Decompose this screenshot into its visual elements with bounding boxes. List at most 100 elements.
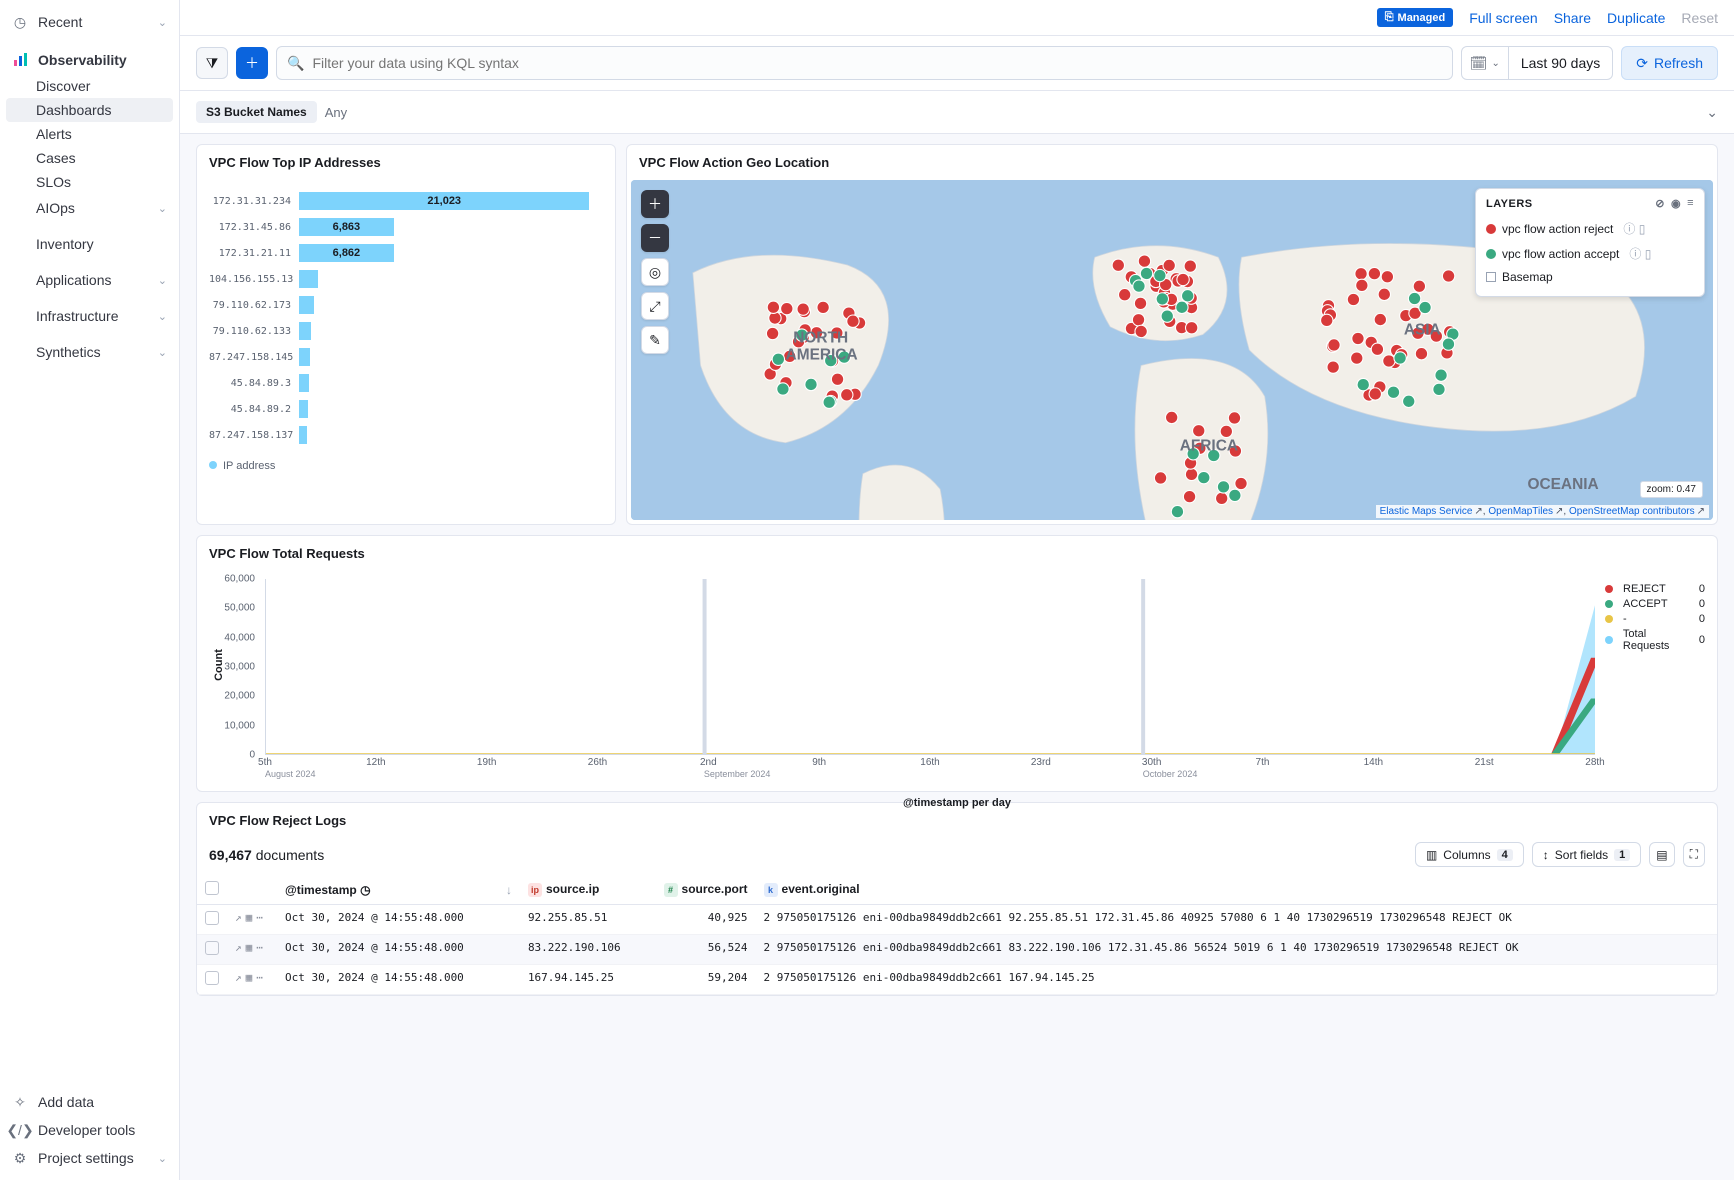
sidebar-item-alerts[interactable]: Alerts bbox=[0, 122, 179, 146]
panel-geo: VPC Flow Action Geo Location bbox=[626, 144, 1718, 525]
fullscreen-link[interactable]: Full screen bbox=[1469, 10, 1537, 26]
expand-icon[interactable]: ↗ bbox=[235, 971, 242, 984]
sidebar-item-aiops[interactable]: AIOps⌄ bbox=[0, 194, 179, 222]
zoom-out-button[interactable]: － bbox=[641, 224, 669, 252]
bar-chart: 172.31.31.23421,023172.31.45.866,863172.… bbox=[197, 180, 615, 524]
bar-row: 104.156.155.13 bbox=[209, 266, 603, 292]
cell-source-ip: 92.255.85.51 bbox=[520, 905, 656, 935]
more-icon[interactable]: ⋯ bbox=[256, 941, 263, 954]
expand-icon: ⛶ bbox=[1690, 847, 1698, 862]
expand-icon[interactable]: ↗ bbox=[235, 911, 242, 924]
query-input[interactable] bbox=[312, 55, 1441, 71]
sidebar-recent[interactable]: ◷ Recent ⌄ bbox=[0, 8, 179, 36]
col-source-ip[interactable]: ipsource.ip bbox=[520, 875, 656, 905]
more-icon[interactable]: ⋯ bbox=[256, 971, 263, 984]
bar-row: 45.84.89.2 bbox=[209, 396, 603, 422]
bar-row: 172.31.31.23421,023 bbox=[209, 188, 603, 214]
attrib-elastic[interactable]: Elastic Maps Service bbox=[1380, 506, 1473, 517]
reset-link[interactable]: Reset bbox=[1681, 10, 1718, 26]
sidebar-item-dashboards[interactable]: Dashboards bbox=[6, 98, 173, 122]
columns-button[interactable]: ▥Columns4 bbox=[1415, 842, 1524, 867]
map-controls: ＋ － ◎ ⤢ ✎ bbox=[641, 190, 669, 354]
sidebar-section-observability[interactable]: Observability bbox=[0, 46, 179, 74]
row-checkbox[interactable] bbox=[205, 911, 219, 925]
svg-text:ASIA: ASIA bbox=[1404, 322, 1441, 339]
table-row[interactable]: ↗▦⋯Oct 30, 2024 @ 14:55:48.00092.255.85.… bbox=[197, 905, 1717, 935]
number-icon: # bbox=[664, 883, 678, 897]
sidebar-item-synthetics[interactable]: Synthetics⌄ bbox=[0, 338, 179, 366]
density-button[interactable]: ▤ bbox=[1649, 842, 1674, 867]
dot-icon bbox=[1486, 224, 1496, 234]
layers-panel: LAYERS ⊘ ◉ ≡ vpc flow action rejectⓘ ▯ vpc… bbox=[1475, 188, 1705, 297]
share-link[interactable]: Share bbox=[1554, 10, 1591, 26]
link-icon: ⎘ bbox=[1385, 11, 1394, 24]
layers-header: LAYERS bbox=[1486, 198, 1533, 210]
col-event-original[interactable]: kevent.original bbox=[756, 875, 1717, 905]
columns-icon: ▥ bbox=[1426, 848, 1437, 862]
tools-button[interactable]: ✎ bbox=[641, 326, 669, 354]
col-source-port[interactable]: #source.port bbox=[656, 875, 756, 905]
query-input-wrap[interactable]: 🔍 bbox=[276, 46, 1453, 80]
panel-reject-logs: VPC Flow Reject Logs 69,467 documents ▥C… bbox=[196, 802, 1718, 996]
bar-label: 172.31.45.86 bbox=[209, 222, 299, 233]
time-picker[interactable]: 🗓⌄ Last 90 days bbox=[1461, 46, 1614, 80]
cell-timestamp: Oct 30, 2024 @ 14:55:48.000 bbox=[277, 935, 520, 965]
geo-map[interactable]: NORTH AMERICA SOUTH AMERICA AFRICA ASIA … bbox=[631, 180, 1713, 520]
sidebar-project-settings[interactable]: ⚙Project settings⌄ bbox=[0, 1144, 179, 1172]
cell-source-port: 59,204 bbox=[656, 965, 756, 995]
chevron-down-icon: ⌄ bbox=[158, 16, 167, 29]
layer-item-reject[interactable]: vpc flow action rejectⓘ ▯ bbox=[1486, 216, 1694, 241]
bar-label: 87.247.158.137 bbox=[209, 430, 299, 441]
copy-icon[interactable]: ▦ bbox=[246, 941, 253, 954]
refresh-button[interactable]: ⟳Refresh bbox=[1621, 46, 1718, 80]
eye-icon[interactable]: ◉ bbox=[1671, 197, 1681, 210]
calendar-button[interactable]: 🗓⌄ bbox=[1462, 47, 1509, 79]
row-checkbox[interactable] bbox=[205, 971, 219, 985]
chevron-down-icon[interactable]: ⌄ bbox=[1706, 104, 1718, 121]
fullscreen-table-button[interactable]: ⛶ bbox=[1683, 842, 1705, 867]
table-row[interactable]: ↗▦⋯Oct 30, 2024 @ 14:55:48.000167.94.145… bbox=[197, 965, 1717, 995]
sidebar-item-cases[interactable]: Cases bbox=[0, 146, 179, 170]
expand-icon[interactable]: ↗ bbox=[235, 941, 242, 954]
eye-off-icon[interactable]: ⊘ bbox=[1655, 197, 1665, 210]
sidebar-item-slos[interactable]: SLOs bbox=[0, 170, 179, 194]
sidebar-item-inventory[interactable]: Inventory bbox=[0, 232, 179, 256]
filter-toggle-button[interactable]: ⧩ bbox=[196, 47, 228, 79]
filter-chip[interactable]: S3 Bucket Names bbox=[196, 101, 317, 123]
col-timestamp[interactable]: @timestamp ◷ ↓ bbox=[277, 875, 520, 905]
more-icon[interactable]: ⋯ bbox=[256, 911, 263, 924]
svg-text:AMERICA: AMERICA bbox=[786, 346, 858, 363]
svg-text:NORTH: NORTH bbox=[793, 329, 848, 346]
table-row[interactable]: ↗▦⋯Oct 30, 2024 @ 14:55:48.00083.222.190… bbox=[197, 935, 1717, 965]
panel-title: VPC Flow Action Geo Location bbox=[627, 145, 1717, 180]
list-icon[interactable]: ≡ bbox=[1687, 197, 1694, 210]
sidebar-item-infrastructure[interactable]: Infrastructure⌄ bbox=[0, 302, 179, 330]
cell-event-original: 2 975050175126 eni-00dba9849ddb2c661 167… bbox=[756, 965, 1717, 995]
attrib-osm[interactable]: OpenStreetMap contributors bbox=[1569, 506, 1695, 517]
row-checkbox[interactable] bbox=[205, 941, 219, 955]
cell-event-original: 2 975050175126 eni-00dba9849ddb2c661 92.… bbox=[756, 905, 1717, 935]
layer-item-basemap[interactable]: Basemap bbox=[1486, 266, 1694, 288]
cell-source-port: 56,524 bbox=[656, 935, 756, 965]
add-filter-button[interactable]: ＋ bbox=[236, 47, 268, 79]
chevron-down-icon: ⌄ bbox=[158, 310, 167, 323]
select-all-checkbox[interactable] bbox=[205, 881, 219, 895]
sort-button[interactable]: ↕Sort fields1 bbox=[1532, 842, 1641, 867]
sidebar-item-discover[interactable]: Discover bbox=[0, 74, 179, 98]
sidebar-developer-tools[interactable]: ❮/❯Developer tools bbox=[0, 1116, 179, 1144]
sidebar-add-data[interactable]: ✧Add data bbox=[0, 1088, 179, 1116]
cell-timestamp: Oct 30, 2024 @ 14:55:48.000 bbox=[277, 965, 520, 995]
locate-button[interactable]: ◎ bbox=[641, 258, 669, 286]
sidebar-item-applications[interactable]: Applications⌄ bbox=[0, 266, 179, 294]
duplicate-link[interactable]: Duplicate bbox=[1607, 10, 1665, 26]
copy-icon[interactable]: ▦ bbox=[246, 971, 253, 984]
zoom-in-button[interactable]: ＋ bbox=[641, 190, 669, 218]
bar-row: 79.110.62.133 bbox=[209, 318, 603, 344]
fit-bounds-button[interactable]: ⤢ bbox=[641, 292, 669, 320]
svg-text:AFRICA: AFRICA bbox=[1180, 437, 1238, 454]
layer-item-accept[interactable]: vpc flow action acceptⓘ ▯ bbox=[1486, 241, 1694, 266]
filter-bar: S3 Bucket Names Any ⌄ bbox=[180, 91, 1734, 134]
chevron-down-icon: ⌄ bbox=[158, 274, 167, 287]
attrib-openmaptiles[interactable]: OpenMapTiles bbox=[1488, 506, 1553, 517]
copy-icon[interactable]: ▦ bbox=[246, 911, 253, 924]
